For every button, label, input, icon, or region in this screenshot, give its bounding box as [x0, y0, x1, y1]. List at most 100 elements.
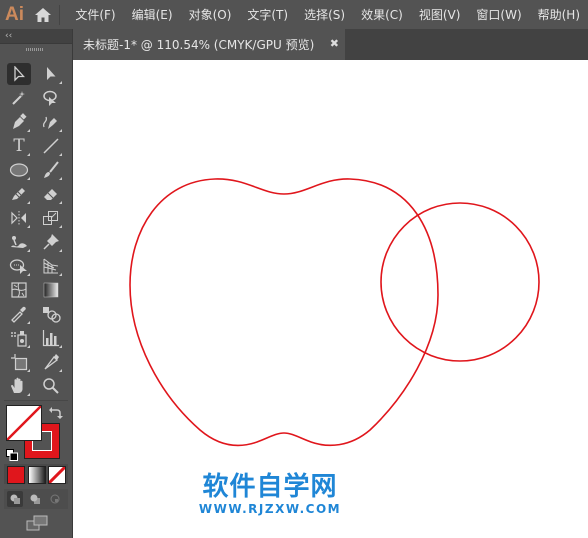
color-mode-button[interactable] — [7, 466, 25, 484]
menu-help[interactable]: 帮助(H) — [530, 6, 588, 23]
apple-shape[interactable] — [129, 178, 439, 447]
pushpin-icon — [43, 234, 59, 250]
menu-view[interactable]: 视图(V) — [411, 6, 469, 23]
zoom-tool[interactable] — [39, 375, 63, 397]
submenu-indicator — [27, 129, 30, 132]
submenu-indicator — [59, 129, 62, 132]
shape-builder-tool[interactable] — [7, 255, 31, 277]
eyedropper-icon — [11, 306, 26, 323]
pin-tool[interactable] — [39, 231, 63, 253]
curvature-pen-icon — [42, 116, 57, 129]
draw-inside-button[interactable] — [47, 491, 63, 507]
mesh-tool[interactable] — [7, 279, 31, 301]
submenu-indicator — [27, 345, 30, 348]
menu-type[interactable]: 文字(T) — [239, 6, 296, 23]
draw-normal-button[interactable] — [7, 491, 23, 507]
submenu-indicator — [27, 177, 30, 180]
symbol-sprayer-icon — [11, 331, 27, 347]
blend-tool[interactable] — [39, 303, 63, 325]
submenu-indicator — [27, 153, 30, 156]
home-button[interactable] — [29, 0, 56, 29]
submenu-indicator — [27, 201, 30, 204]
type-tool[interactable]: T — [7, 135, 31, 157]
submenu-indicator — [59, 345, 62, 348]
pen-tool[interactable] — [7, 111, 31, 133]
panel-grip[interactable] — [26, 48, 44, 51]
none-slash-icon — [7, 406, 41, 440]
column-graph-icon — [42, 330, 59, 347]
blend-icon — [43, 307, 61, 323]
menu-window[interactable]: 窗口(W) — [468, 6, 529, 23]
curvature-tool[interactable] — [39, 111, 63, 133]
menu-effect[interactable]: 效果(C) — [353, 6, 411, 23]
document-tab[interactable]: 未标题-1* @ 110.54% (CMYK/GPU 预览) ✖ — [73, 29, 345, 60]
watermark-url: WWW.RJZXW.COM — [198, 502, 342, 516]
circle-shape[interactable] — [380, 202, 540, 362]
paintbrush-icon — [44, 161, 59, 178]
app-logo: Ai — [5, 3, 25, 25]
submenu-indicator — [27, 369, 30, 372]
gradient-tool[interactable] — [39, 279, 63, 301]
reflect-tool[interactable] — [7, 207, 31, 229]
collapse-panel-button[interactable]: ‹‹ — [5, 29, 12, 43]
swap-arrows-icon — [49, 407, 63, 419]
ellipse-icon — [9, 163, 29, 177]
eraser-tool[interactable] — [39, 183, 63, 205]
gradient-mode-button[interactable] — [28, 466, 46, 484]
ellipse-tool[interactable] — [7, 159, 31, 181]
magic-wand-icon — [12, 91, 25, 105]
perspective-grid-tool[interactable] — [39, 255, 63, 277]
hand-tool[interactable] — [7, 375, 31, 397]
draw-behind-button[interactable] — [27, 491, 43, 507]
submenu-indicator — [59, 201, 62, 204]
artboard-icon — [11, 354, 28, 371]
menu-object[interactable]: 对象(O) — [181, 6, 240, 23]
close-tab-icon[interactable]: ✖ — [330, 37, 339, 50]
default-fill-stroke-button[interactable] — [6, 446, 18, 465]
artboard-tool[interactable] — [7, 351, 31, 373]
document-tab-bar: 未标题-1* @ 110.54% (CMYK/GPU 预览) ✖ — [73, 29, 588, 60]
eyedropper-tool[interactable] — [7, 303, 31, 325]
gradient-icon — [43, 282, 59, 298]
menu-edit[interactable]: 编辑(E) — [124, 6, 181, 23]
submenu-indicator — [27, 321, 30, 324]
submenu-indicator — [59, 273, 62, 276]
toolbar-divider — [4, 400, 68, 401]
screen-mode-button[interactable] — [26, 515, 48, 535]
menu-file[interactable]: 文件(F) — [67, 6, 123, 23]
selection-tool[interactable] — [7, 63, 31, 85]
type-icon: T — [13, 136, 25, 156]
none-slash-icon — [49, 467, 65, 483]
shaper-tool[interactable] — [7, 183, 31, 205]
submenu-indicator — [59, 249, 62, 252]
scale-tool[interactable] — [39, 207, 63, 229]
none-mode-button[interactable] — [48, 466, 66, 484]
artwork — [129, 178, 540, 447]
slice-tool[interactable] — [39, 351, 63, 373]
menu-select[interactable]: 选择(S) — [296, 6, 353, 23]
reflect-icon — [11, 211, 26, 225]
lasso-icon — [43, 90, 57, 106]
paintbrush-tool[interactable] — [39, 159, 63, 181]
magic-wand-tool[interactable] — [7, 87, 31, 109]
scale-icon — [43, 211, 58, 225]
fill-swatch-front[interactable] — [6, 405, 42, 441]
submenu-indicator — [59, 177, 62, 180]
slice-knife-icon — [44, 354, 59, 370]
pen-nib-icon — [13, 113, 27, 129]
line-segment-tool[interactable] — [39, 135, 63, 157]
swap-fill-stroke-button[interactable] — [49, 405, 63, 424]
lasso-tool[interactable] — [39, 87, 63, 109]
direct-selection-tool[interactable] — [39, 63, 63, 85]
draw-normal-icon — [10, 494, 20, 504]
perspective-grid-icon — [43, 258, 59, 274]
submenu-indicator — [59, 81, 62, 84]
menu-separator — [58, 4, 60, 25]
column-graph-tool[interactable] — [39, 327, 63, 349]
hand-icon — [11, 377, 23, 393]
submenu-indicator — [27, 273, 30, 276]
puppet-warp-tool[interactable] — [7, 231, 31, 253]
direct-selection-arrow-icon — [47, 67, 56, 80]
artboard-canvas[interactable]: 软件自学网 WWW.RJZXW.COM — [73, 60, 588, 538]
symbol-sprayer-tool[interactable] — [7, 327, 31, 349]
